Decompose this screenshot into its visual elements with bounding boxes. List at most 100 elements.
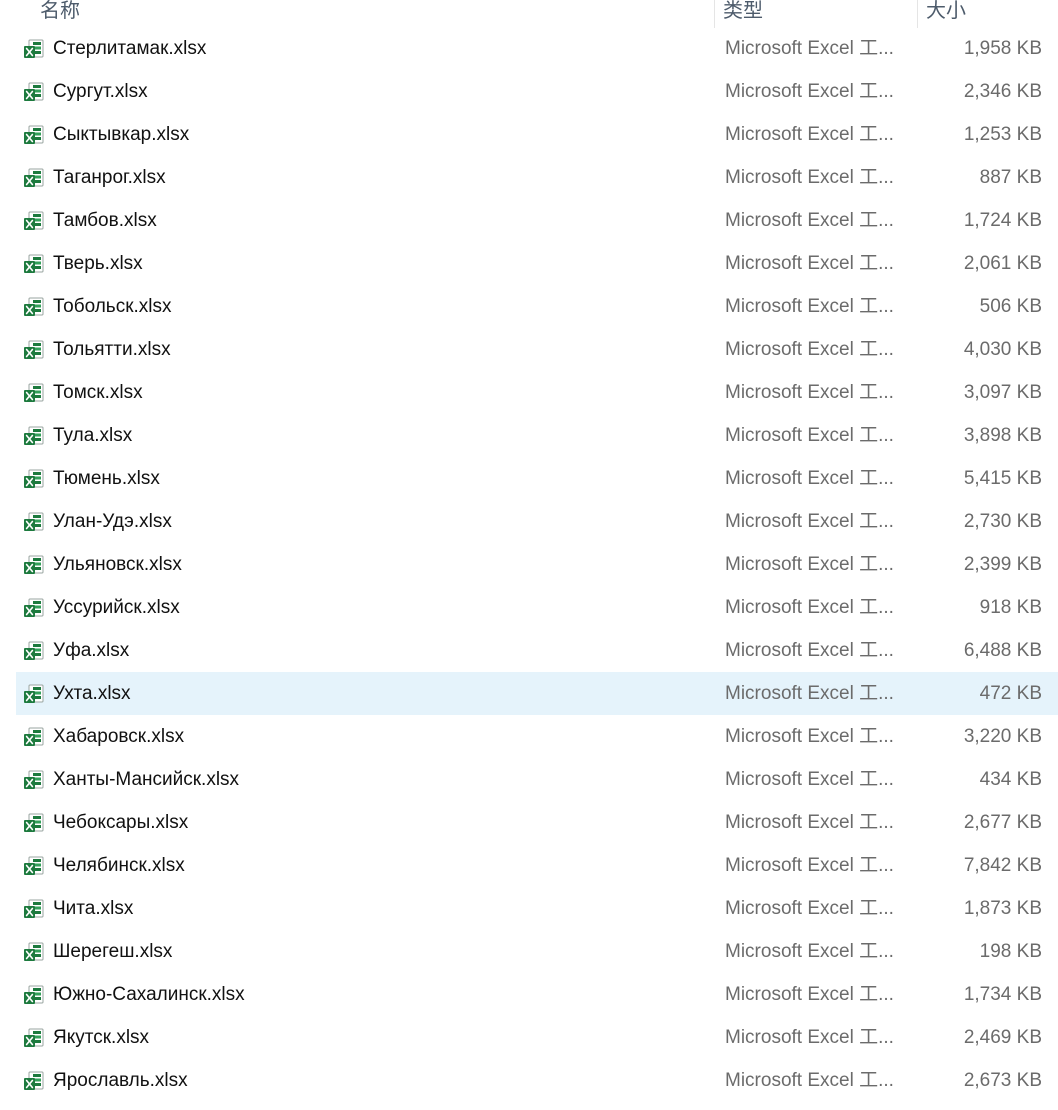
- file-size: 3,220 KB: [963, 726, 1042, 747]
- file-name[interactable]: Хабаровск.xlsx: [53, 715, 184, 758]
- file-type: Microsoft Excel 工...: [725, 1027, 894, 1048]
- excel-file-icon: [23, 38, 45, 60]
- file-row[interactable]: Шерегеш.xlsx Microsoft Excel 工... 198 KB: [0, 930, 1058, 973]
- excel-file-icon: [23, 425, 45, 447]
- file-type: Microsoft Excel 工...: [725, 941, 894, 962]
- column-header-type[interactable]: 类型: [723, 0, 763, 28]
- file-row[interactable]: Ухта.xlsx Microsoft Excel 工... 472 KB: [0, 672, 1058, 715]
- file-row[interactable]: Стерлитамак.xlsx Microsoft Excel 工... 1,95…: [0, 27, 1058, 70]
- file-row[interactable]: Ярославль.xlsx Microsoft Excel 工... 2,673 …: [0, 1059, 1058, 1102]
- file-name[interactable]: Тюмень.xlsx: [53, 457, 160, 500]
- excel-file-icon: [23, 511, 45, 533]
- excel-file-icon: [23, 855, 45, 877]
- excel-file-icon: [23, 468, 45, 490]
- file-name[interactable]: Ярославль.xlsx: [53, 1059, 188, 1102]
- excel-file-icon: [23, 984, 45, 1006]
- file-row[interactable]: Сургут.xlsx Microsoft Excel 工... 2,346 KB: [0, 70, 1058, 113]
- file-type: Microsoft Excel 工...: [725, 124, 894, 145]
- file-name[interactable]: Таганрог.xlsx: [53, 156, 166, 199]
- file-row[interactable]: Хабаровск.xlsx Microsoft Excel 工... 3,220 …: [0, 715, 1058, 758]
- excel-file-icon: [23, 124, 45, 146]
- excel-file-icon: [23, 167, 45, 189]
- file-type: Microsoft Excel 工...: [725, 812, 894, 833]
- excel-file-icon: [23, 640, 45, 662]
- file-name[interactable]: Тверь.xlsx: [53, 242, 143, 285]
- file-row[interactable]: Челябинск.xlsx Microsoft Excel 工... 7,842 …: [0, 844, 1058, 887]
- excel-file-icon: [23, 1027, 45, 1049]
- file-size: 2,399 KB: [963, 554, 1042, 575]
- file-size: 2,730 KB: [963, 511, 1042, 532]
- file-name[interactable]: Южно-Сахалинск.xlsx: [53, 973, 245, 1016]
- file-type: Microsoft Excel 工...: [725, 253, 894, 274]
- file-row[interactable]: Улан-Удэ.xlsx Microsoft Excel 工... 2,730 K…: [0, 500, 1058, 543]
- file-size: 2,346 KB: [963, 81, 1042, 102]
- file-size: 3,097 KB: [963, 382, 1042, 403]
- file-size: 2,469 KB: [963, 1027, 1042, 1048]
- column-divider[interactable]: [917, 0, 918, 28]
- file-row[interactable]: Уссурийск.xlsx Microsoft Excel 工... 918 KB: [0, 586, 1058, 629]
- file-type: Microsoft Excel 工...: [725, 511, 894, 532]
- file-name[interactable]: Ухта.xlsx: [53, 672, 131, 715]
- file-row[interactable]: Тольятти.xlsx Microsoft Excel 工... 4,030 K…: [0, 328, 1058, 371]
- file-name[interactable]: Сургут.xlsx: [53, 70, 148, 113]
- file-size: 1,724 KB: [963, 210, 1042, 231]
- file-row[interactable]: Тамбов.xlsx Microsoft Excel 工... 1,724 KB: [0, 199, 1058, 242]
- file-row[interactable]: Тула.xlsx Microsoft Excel 工... 3,898 KB: [0, 414, 1058, 457]
- file-name[interactable]: Челябинск.xlsx: [53, 844, 185, 887]
- file-size: 7,842 KB: [963, 855, 1042, 876]
- file-name[interactable]: Томск.xlsx: [53, 371, 143, 414]
- file-name[interactable]: Уфа.xlsx: [53, 629, 129, 672]
- file-row[interactable]: Ханты-Мансийск.xlsx Microsoft Excel 工... 4…: [0, 758, 1058, 801]
- file-row[interactable]: Сыктывкар.xlsx Microsoft Excel 工... 1,253 …: [0, 113, 1058, 156]
- excel-file-icon: [23, 1070, 45, 1092]
- excel-file-icon: [23, 81, 45, 103]
- file-name[interactable]: Чебоксары.xlsx: [53, 801, 188, 844]
- file-row[interactable]: Чебоксары.xlsx Microsoft Excel 工... 2,677 …: [0, 801, 1058, 844]
- file-row[interactable]: Уфа.xlsx Microsoft Excel 工... 6,488 KB: [0, 629, 1058, 672]
- excel-file-icon: [23, 812, 45, 834]
- file-row[interactable]: Южно-Сахалинск.xlsx Microsoft Excel 工... 1…: [0, 973, 1058, 1016]
- column-divider[interactable]: [714, 0, 715, 28]
- file-name[interactable]: Тамбов.xlsx: [53, 199, 157, 242]
- file-row[interactable]: Тюмень.xlsx Microsoft Excel 工... 5,415 KB: [0, 457, 1058, 500]
- file-name[interactable]: Сыктывкар.xlsx: [53, 113, 189, 156]
- file-type: Microsoft Excel 工...: [725, 296, 894, 317]
- file-name[interactable]: Тобольск.xlsx: [53, 285, 172, 328]
- file-list: Стерлитамак.xlsx Microsoft Excel 工... 1,95…: [0, 27, 1058, 1102]
- file-name[interactable]: Чита.xlsx: [53, 887, 133, 930]
- file-size: 887 KB: [979, 167, 1042, 188]
- file-name[interactable]: Тольятти.xlsx: [53, 328, 171, 371]
- file-size: 506 KB: [979, 296, 1042, 317]
- file-name[interactable]: Стерлитамак.xlsx: [53, 27, 206, 70]
- file-size: 6,488 KB: [963, 640, 1042, 661]
- file-type: Microsoft Excel 工...: [725, 425, 894, 446]
- file-name[interactable]: Ханты-Мансийск.xlsx: [53, 758, 239, 801]
- file-row[interactable]: Чита.xlsx Microsoft Excel 工... 1,873 KB: [0, 887, 1058, 930]
- file-row[interactable]: Якутск.xlsx Microsoft Excel 工... 2,469 KB: [0, 1016, 1058, 1059]
- column-header-size[interactable]: 大小: [926, 0, 966, 28]
- column-header-name[interactable]: 名称: [40, 0, 80, 28]
- file-row[interactable]: Таганрог.xlsx Microsoft Excel 工... 887 KB: [0, 156, 1058, 199]
- file-type: Microsoft Excel 工...: [725, 38, 894, 59]
- file-name[interactable]: Якутск.xlsx: [53, 1016, 149, 1059]
- file-name[interactable]: Уссурийск.xlsx: [53, 586, 180, 629]
- file-row[interactable]: Тобольск.xlsx Microsoft Excel 工... 506 KB: [0, 285, 1058, 328]
- excel-file-icon: [23, 726, 45, 748]
- file-type: Microsoft Excel 工...: [725, 855, 894, 876]
- file-size: 1,958 KB: [963, 38, 1042, 59]
- excel-file-icon: [23, 339, 45, 361]
- file-size: 2,673 KB: [963, 1070, 1042, 1091]
- file-name[interactable]: Ульяновск.xlsx: [53, 543, 182, 586]
- excel-file-icon: [23, 554, 45, 576]
- file-name[interactable]: Тула.xlsx: [53, 414, 132, 457]
- file-size: 918 KB: [979, 597, 1042, 618]
- file-row[interactable]: Тверь.xlsx Microsoft Excel 工... 2,061 KB: [0, 242, 1058, 285]
- file-size: 4,030 KB: [963, 339, 1042, 360]
- file-type: Microsoft Excel 工...: [725, 683, 894, 704]
- file-row[interactable]: Томск.xlsx Microsoft Excel 工... 3,097 KB: [0, 371, 1058, 414]
- excel-file-icon: [23, 296, 45, 318]
- excel-file-icon: [23, 597, 45, 619]
- file-name[interactable]: Шерегеш.xlsx: [53, 930, 172, 973]
- file-name[interactable]: Улан-Удэ.xlsx: [53, 500, 172, 543]
- file-row[interactable]: Ульяновск.xlsx Microsoft Excel 工... 2,399 …: [0, 543, 1058, 586]
